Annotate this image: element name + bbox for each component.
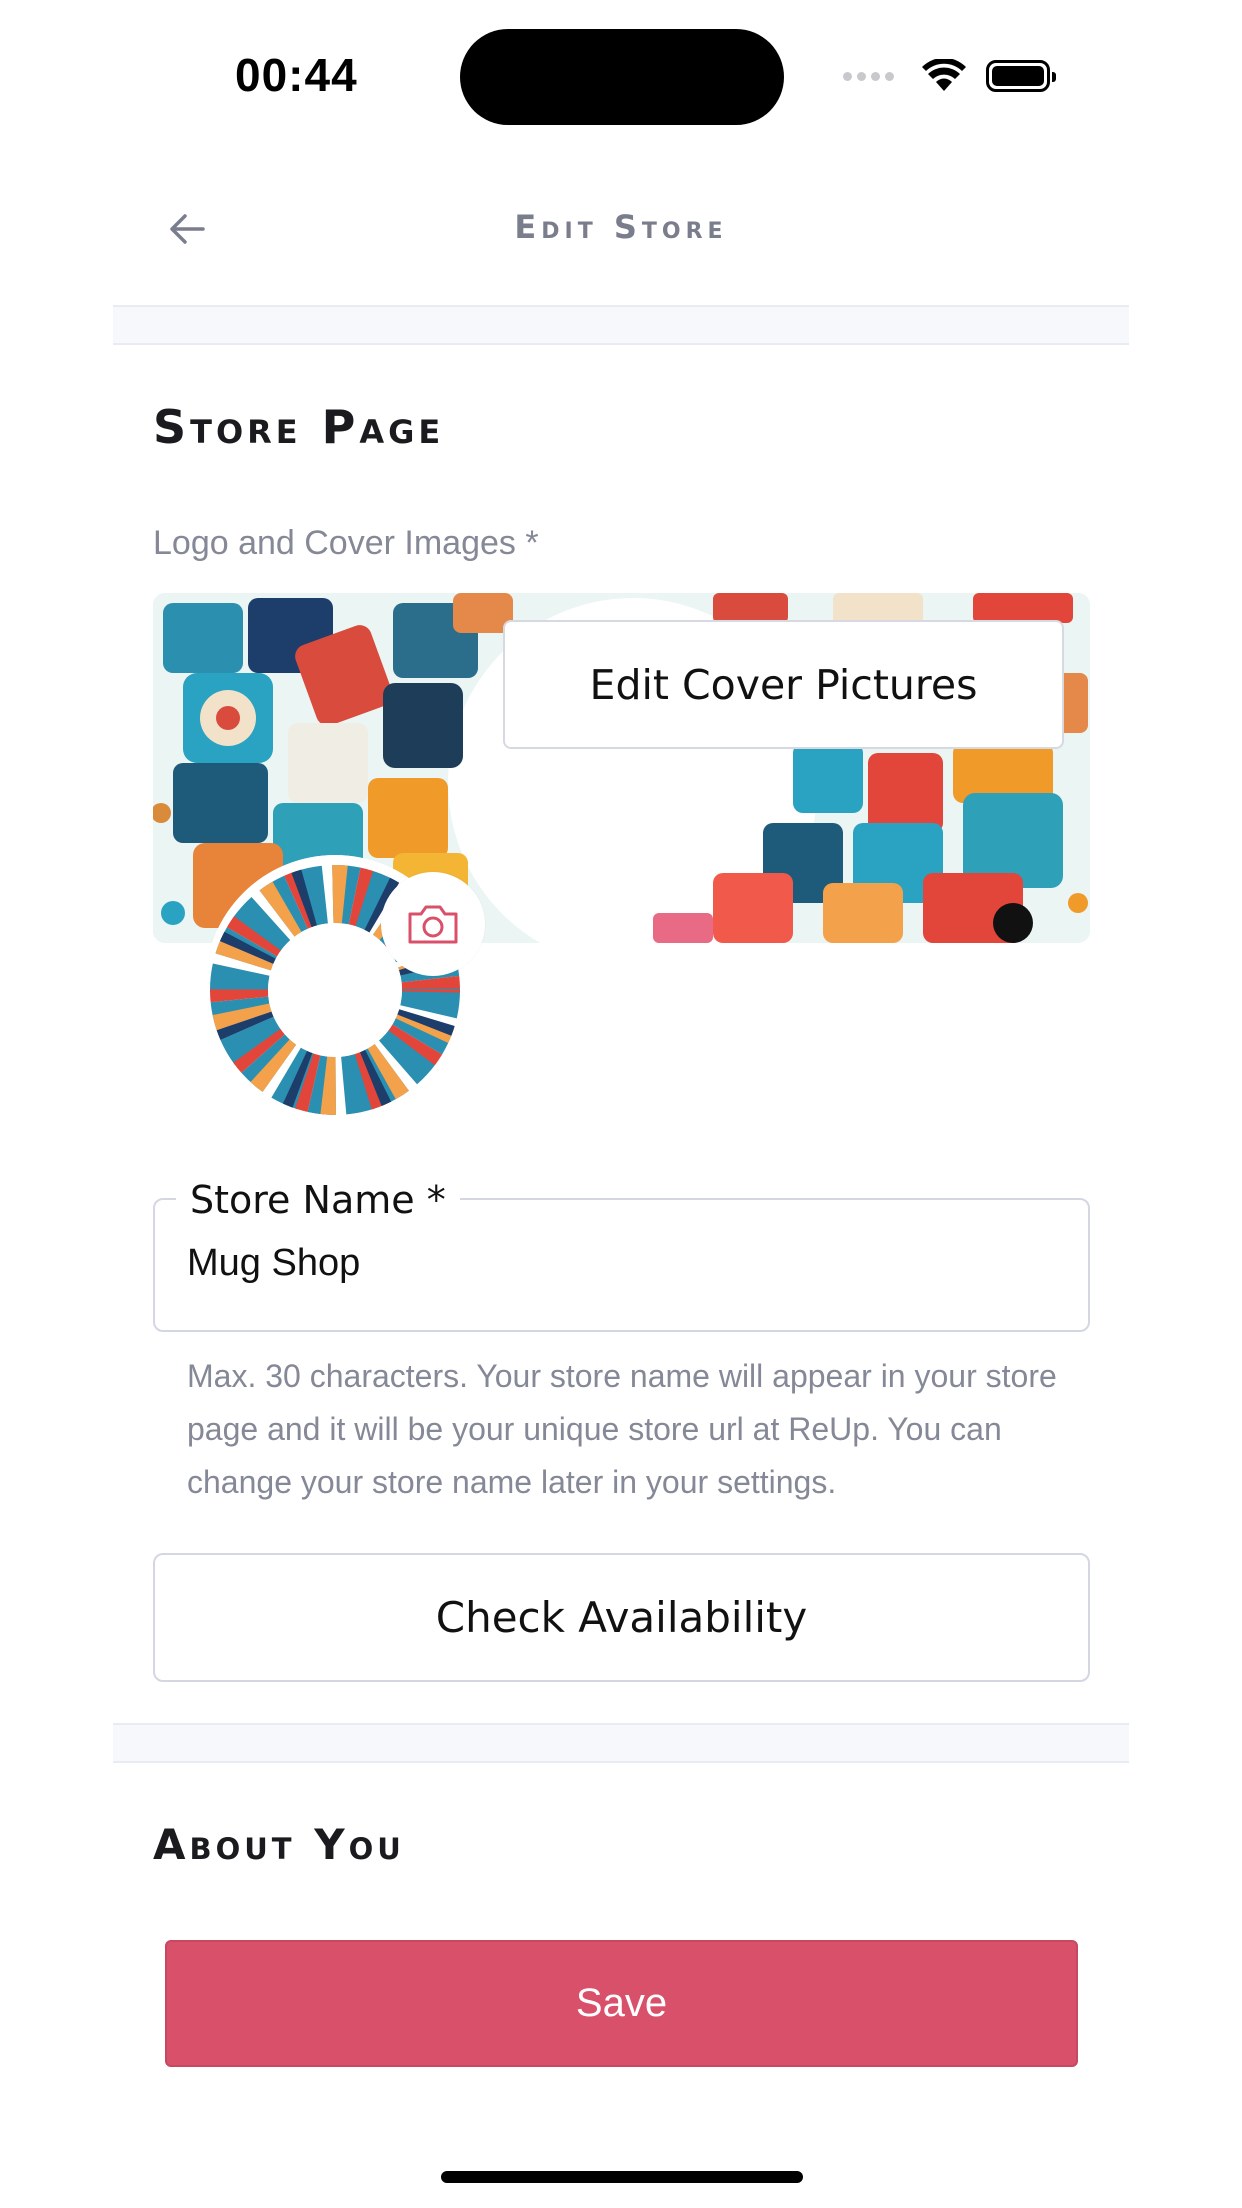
cellular-signal-icon <box>843 71 894 81</box>
section-divider <box>113 305 1129 345</box>
store-name-label: Store Name * <box>176 1178 460 1222</box>
camera-icon <box>408 905 458 944</box>
wifi-icon <box>922 59 966 91</box>
page-title: Edit Store <box>514 208 728 246</box>
status-time: 00:44 <box>235 49 358 101</box>
battery-icon <box>986 60 1056 92</box>
check-availability-button[interactable]: Check Availability <box>153 1553 1090 1682</box>
about-you-heading: About You <box>153 1820 405 1869</box>
images-label: Logo and Cover Images * <box>153 524 539 562</box>
store-name-helper-text: Max. 30 characters. Your store name will… <box>187 1358 1057 1500</box>
store-page-heading: Store Page <box>153 400 445 454</box>
edit-cover-pictures-button[interactable]: Edit Cover Pictures <box>503 620 1064 749</box>
status-icons <box>843 56 1056 96</box>
home-indicator <box>441 2171 803 2183</box>
change-logo-button[interactable] <box>381 872 485 976</box>
dynamic-island <box>460 29 784 125</box>
store-name-input[interactable]: Mug Shop <box>187 1242 360 1285</box>
save-button[interactable]: Save <box>165 1940 1078 2067</box>
section-divider <box>113 1723 1129 1763</box>
